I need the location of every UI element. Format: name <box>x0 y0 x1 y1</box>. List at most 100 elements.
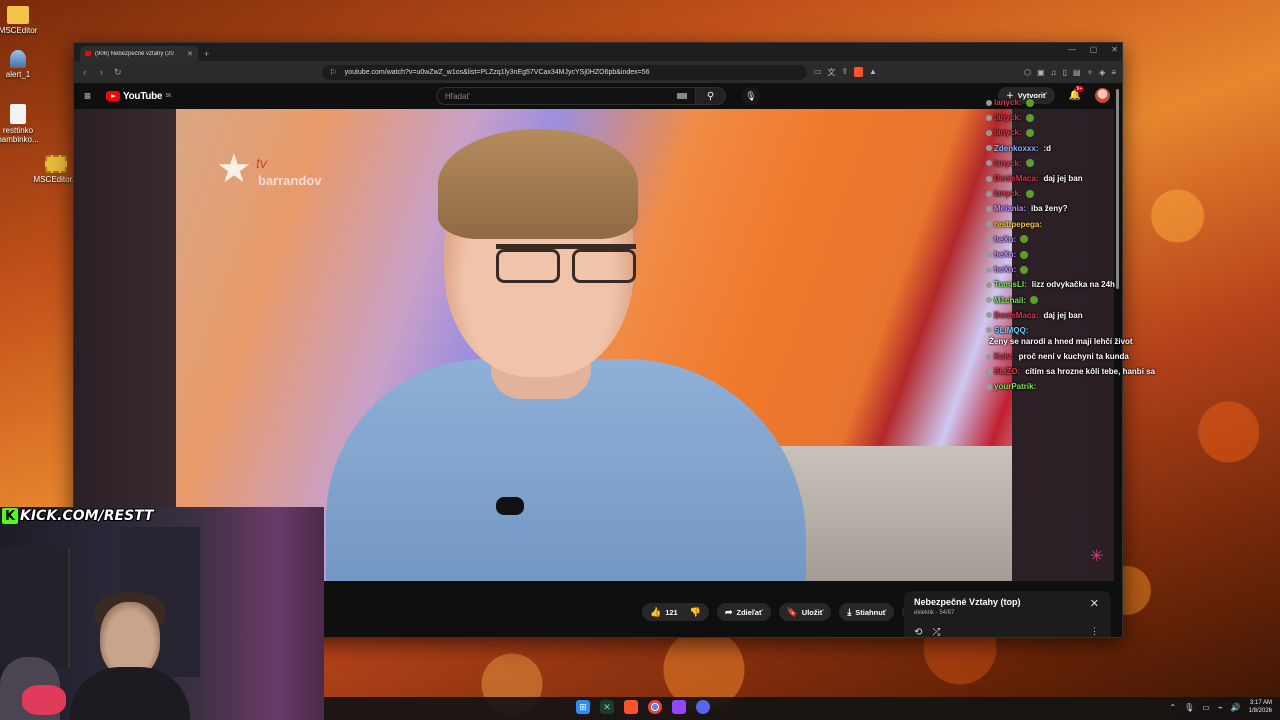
extension-icon[interactable]: ✧ <box>1086 68 1093 77</box>
desktop-icon-alert[interactable]: alert_1 <box>0 50 42 79</box>
like-button[interactable]: 👍 121 👎 <box>642 603 709 621</box>
desktop-icon-label: alert_1 <box>5 70 31 79</box>
loop-icon[interactable]: ⟲ <box>914 627 922 637</box>
bookmark-icon[interactable]: ⚐ <box>330 68 337 77</box>
chat-text: Ženy se narodí a hned mají lehčí život <box>989 337 1133 347</box>
rewards-icon[interactable]: ▲ <box>869 67 877 78</box>
tab-bar: (906) Nebezpečné vztahy (20 ✕ + — ▢ ✕ <box>74 43 1122 61</box>
forward-icon[interactable]: › <box>97 67 107 77</box>
desktop-icon-msceditor[interactable]: MSCEditor <box>0 6 42 35</box>
emote-icon <box>1025 159 1034 168</box>
chat-text: daj jej ban <box>1043 310 1083 320</box>
chat-message: heXn: <box>986 262 1166 277</box>
maximize-icon[interactable]: ▢ <box>1090 45 1098 54</box>
voice-search-button[interactable]: 🎙 <box>742 87 760 105</box>
share-page-icon[interactable]: ⇪ <box>841 67 848 78</box>
reload-icon[interactable]: ↻ <box>113 67 123 78</box>
chat-badge-icon <box>986 282 992 289</box>
terminal-icon[interactable]: ✕ <box>600 700 614 714</box>
youtube-favicon-icon <box>85 51 91 56</box>
chat-text: iba ženy? <box>1031 204 1068 214</box>
back-icon[interactable]: ‹ <box>80 67 90 77</box>
close-window-icon[interactable]: ✕ <box>1111 45 1118 54</box>
keyboard-icon[interactable] <box>677 93 687 99</box>
kick-banner: K KICK.COM/RESTT <box>2 507 154 525</box>
chat-badge-icon <box>986 160 992 167</box>
chat-badge-icon <box>986 206 992 213</box>
chat-badge-icon <box>986 145 992 152</box>
youtube-logo[interactable]: YouTube SK <box>106 91 172 102</box>
chat-username: M1chail: <box>994 295 1027 305</box>
desktop-icon-resttinko[interactable]: resttinko bambinko... <box>0 104 42 144</box>
chrome-icon[interactable] <box>648 700 662 714</box>
network-icon[interactable]: ⌁ <box>1218 703 1223 712</box>
twitch-icon[interactable] <box>672 700 686 714</box>
file-icon <box>10 104 26 124</box>
hamburger-menu-icon[interactable]: ≡ <box>84 89 100 103</box>
chat-username: yourPatrik: <box>994 382 1037 392</box>
emote-icon <box>1030 296 1039 305</box>
chat-message: heXn: <box>986 232 1166 247</box>
chat-message: lanyck: <box>986 110 1166 125</box>
taskbar: ⊞ ✕ ⌃ 🎙 ▭ ⌁ 🔊 3:17 AM 1/8/2026 <box>324 697 1280 720</box>
star-logo-icon: ★ <box>216 147 252 191</box>
stream-chat-overlay: lanyck: lanyck: lanyck: Zdenkoxxx: :d la… <box>986 95 1166 395</box>
mic-tray-icon[interactable]: 🎙 <box>1184 703 1194 712</box>
brave-shield-icon[interactable] <box>854 66 864 77</box>
chat-username: Melania: <box>994 204 1027 214</box>
close-playlist-icon[interactable]: ✕ <box>1090 597 1099 610</box>
desktop-icon-label: MSCEditor <box>0 26 38 35</box>
playlist-more-icon[interactable]: ⋮ <box>1090 626 1099 637</box>
thumbs-down-icon[interactable]: 👎 <box>690 607 701 618</box>
brave-browser-icon[interactable] <box>624 700 638 714</box>
streamer-face-shape <box>100 602 160 677</box>
chat-badge-icon <box>986 368 992 375</box>
wallet-icon[interactable]: ▤ <box>1073 68 1081 77</box>
bookmark-save-icon: 🔖 <box>786 606 798 617</box>
sidebar-icon[interactable]: ▯ <box>1063 68 1067 77</box>
clock[interactable]: 3:17 AM 1/8/2026 <box>1249 699 1272 715</box>
chat-badge-icon <box>986 114 992 121</box>
shuffle-icon[interactable]: ⤮ <box>932 627 940 637</box>
menu-icon[interactable]: ≡ <box>1111 68 1116 77</box>
system-tray: ⌃ 🎙 ▭ ⌁ 🔊 3:17 AM 1/8/2026 <box>1169 699 1272 715</box>
watermark-tv: tv <box>256 155 267 171</box>
tab-youtube[interactable]: (906) Nebezpečné vztahy (20 ✕ <box>80 46 198 61</box>
chat-message: lanyck: <box>986 186 1166 201</box>
chat-message: lanyck: <box>986 156 1166 171</box>
start-icon[interactable]: ⊞ <box>576 700 590 714</box>
emote-icon <box>1020 235 1029 244</box>
chat-username: SLIZO: <box>994 367 1021 377</box>
emote-icon <box>1025 98 1034 107</box>
save-button[interactable]: 🔖 Uložiť <box>778 603 832 621</box>
search-input[interactable]: Hľadať <box>436 87 696 105</box>
address-bar[interactable]: ⚐ youtube.com/watch?v=u0wZwZ_w1os&list=P… <box>321 64 807 80</box>
new-tab-icon[interactable]: + <box>204 49 209 59</box>
download-button[interactable]: ⤓ Stiahnuť <box>839 603 895 621</box>
close-tab-icon[interactable]: ✕ <box>187 50 193 58</box>
download-label: Stiahnuť <box>855 607 887 617</box>
chat-badge-icon <box>986 130 992 136</box>
kick-logo-icon: K <box>2 508 18 524</box>
volume-icon[interactable]: 🔊 <box>1231 703 1241 712</box>
chat-badge-icon <box>986 312 992 319</box>
discord-icon[interactable] <box>696 700 710 714</box>
vpn-icon[interactable]: ◈ <box>1099 68 1105 77</box>
extensions-right: ⬡ ▣ ♫ ▯ ▤ ✧ ◈ ≡ <box>1024 68 1116 77</box>
extension-icon[interactable]: ▣ <box>1037 68 1045 77</box>
search-button[interactable]: ⚲ <box>696 87 726 105</box>
tray-chevron-icon[interactable]: ⌃ <box>1169 703 1176 712</box>
chat-username: TomisLI: <box>994 280 1027 290</box>
translate-icon[interactable]: 文 <box>827 67 835 78</box>
tab-title: (906) Nebezpečné vztahy (20 <box>95 50 174 57</box>
extension-icon[interactable]: ⬡ <box>1024 68 1031 77</box>
minimize-icon[interactable]: — <box>1068 45 1076 54</box>
music-icon[interactable]: ♫ <box>1051 68 1057 77</box>
chat-message: DenisMaca: daj jej ban <box>986 308 1166 323</box>
display-tray-icon[interactable]: ▭ <box>1202 703 1210 712</box>
youtube-header: ≡ YouTube SK Hľadať ⚲ 🎙 ＋ Vytvoriť 🔔 9+ <box>74 83 1122 109</box>
share-icon: ➦ <box>724 606 733 617</box>
screen-icon[interactable]: ▭ <box>814 67 822 78</box>
share-button[interactable]: ➦ Zdieľať <box>716 603 771 621</box>
playlist-title[interactable]: Nebezpečné Vztahy (top) <box>914 597 1101 607</box>
